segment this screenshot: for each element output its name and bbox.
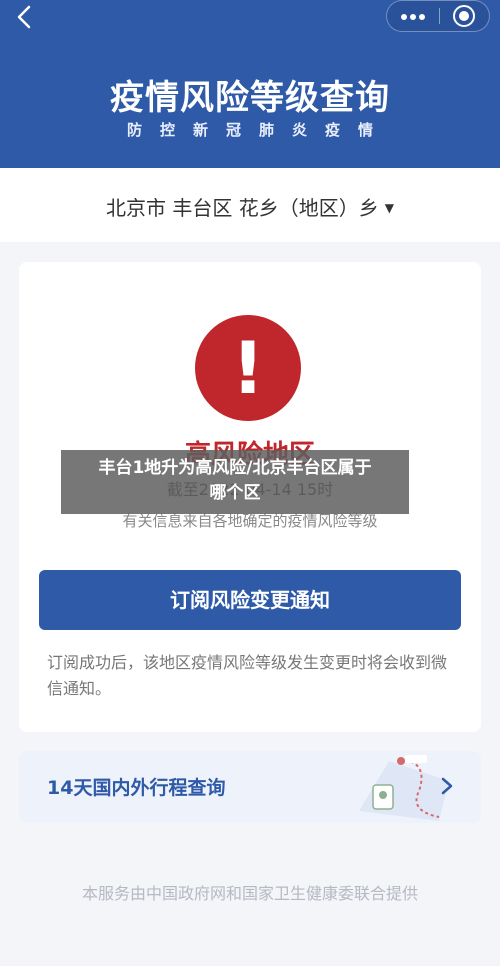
overlay-line-1: 丰台1地升为高风险/北京丰台区属于 <box>98 458 372 478</box>
page-title: 疫情风险等级查询 <box>110 78 390 118</box>
subscribe-button[interactable]: 订阅风险变更通知 <box>39 570 461 630</box>
travel-query-label: 14天国内外行程查询 <box>47 777 226 799</box>
back-icon[interactable] <box>10 2 40 32</box>
header: 疫情风险等级查询 防控新冠肺炎疫情 <box>0 0 500 168</box>
more-icon[interactable] <box>387 1 439 31</box>
overlay-banner: 丰台1地升为高风险/北京丰台区属于 哪个区 <box>61 450 409 514</box>
close-target-icon[interactable] <box>453 5 475 27</box>
footer-credit: 本服务由中国政府网和国家卫生健康委联合提供 <box>81 884 418 903</box>
region-selector[interactable]: 北京市 丰台区 花乡（地区）乡 ▼ <box>0 168 500 242</box>
subscribe-note: 订阅成功后，该地区疫情风险等级发生变更时将会收到微信通知。 <box>47 653 448 698</box>
overlay-text: 丰台1地升为高风险/北京丰台区属于 哪个区 <box>61 456 409 506</box>
region-selector-label[interactable]: 北京市 丰台区 花乡（地区）乡 ▼ <box>0 192 500 221</box>
miniprogram-capsule <box>386 0 490 32</box>
overlay-line-2: 哪个区 <box>209 483 261 503</box>
region-name: 北京市 丰台区 花乡（地区）乡 <box>106 196 379 220</box>
capsule-divider <box>439 8 440 24</box>
alert-icon: ! <box>195 315 301 421</box>
page-subtitle: 防控新冠肺炎疫情 <box>126 121 391 139</box>
chevron-right-icon[interactable] <box>439 771 455 808</box>
travel-query-card[interactable]: 14天国内外行程查询 <box>19 751 481 823</box>
chevron-down-icon: ▼ <box>384 201 394 215</box>
